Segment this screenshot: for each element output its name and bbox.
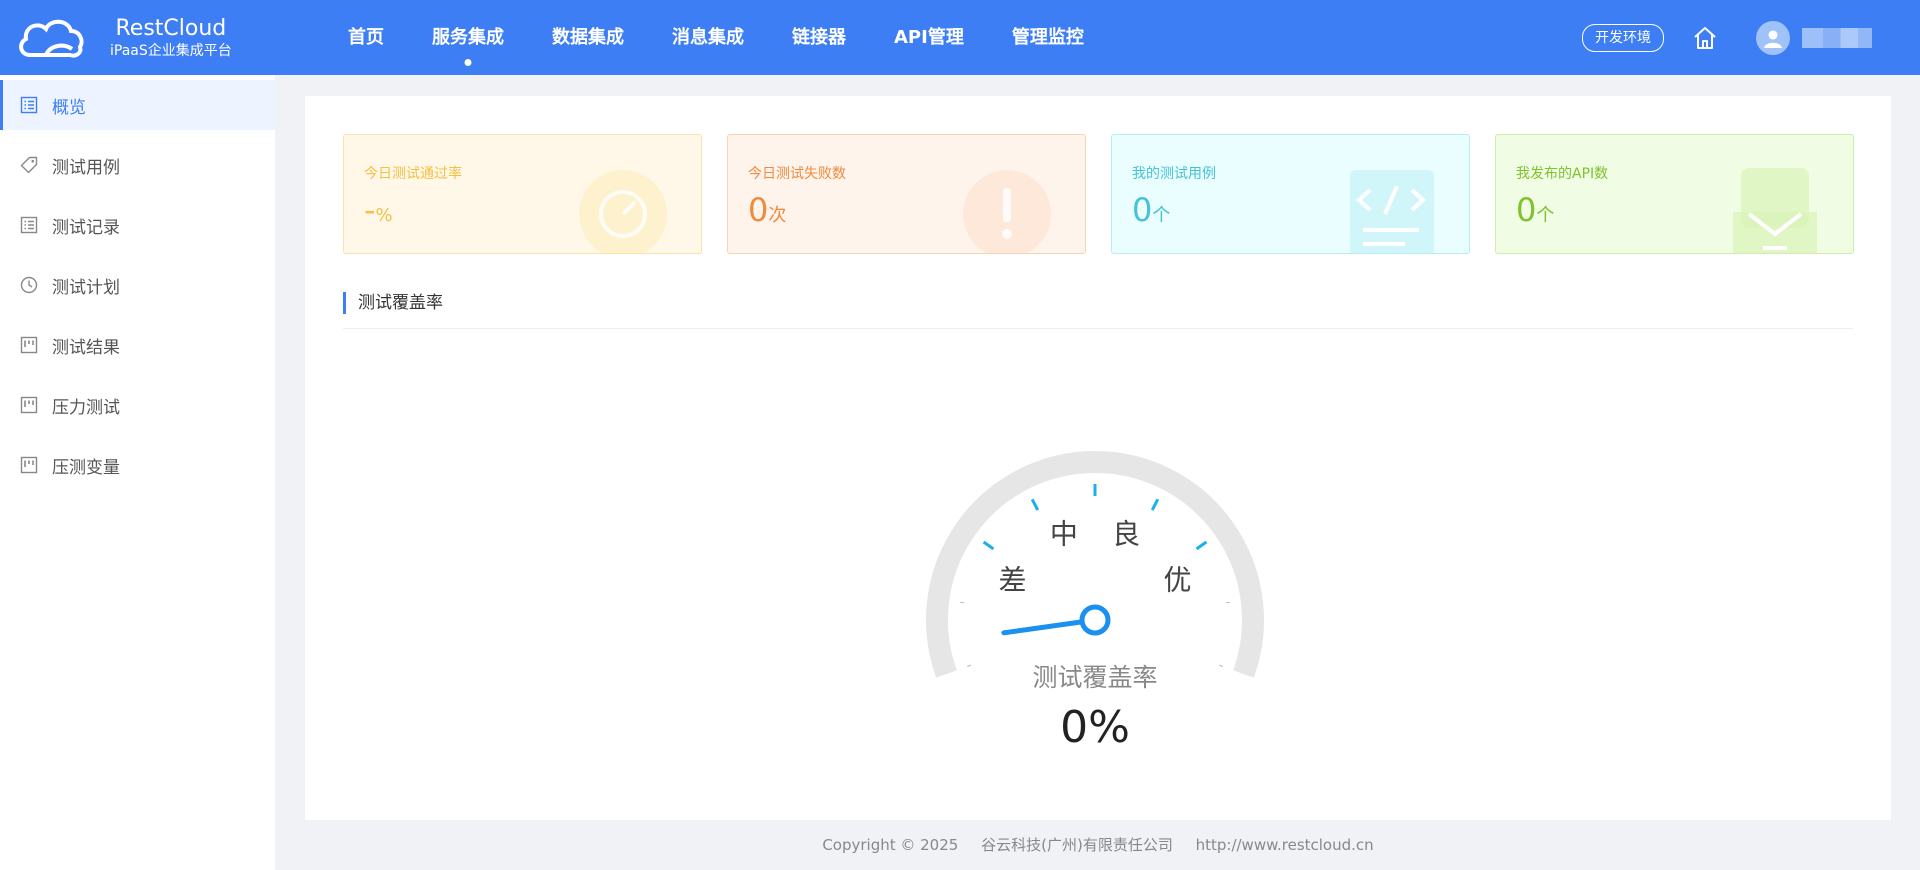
nav-service-integration[interactable]: 服务集成 [408,0,528,75]
section-divider [343,328,1853,329]
gauge-label: 良 [1112,517,1140,550]
sidebar-item-label: 测试计划 [52,277,120,298]
sidebar-item-overview[interactable]: 概览 [0,80,275,130]
main-content: 今日测试通过率 -% 今日测试失败数 0次 我的测试用例 0个 我发布的API数… [305,96,1891,820]
nav-api-management[interactable]: API管理 [870,0,988,75]
nav-data-integration[interactable]: 数据集成 [528,0,648,75]
card-unit: % [375,205,393,226]
cloud-logo-icon [19,19,84,57]
user-name-blurred[interactable] [1802,27,1872,48]
board-icon [20,456,38,474]
api-icon [1733,168,1817,253]
card-label: 今日测试失败数 [748,166,846,182]
nav-connectors[interactable]: 链接器 [768,0,870,75]
nav-label: 数据集成 [552,27,624,48]
card-published-apis[interactable]: 我发布的API数 0个 [1495,134,1854,254]
gauge-tick [960,601,965,604]
gauge-tick [1225,601,1230,604]
card-value: 0个 [1132,190,1170,236]
brand-subtitle: iPaaS企业集成平台 [110,42,232,59]
nav-monitoring[interactable]: 管理监控 [988,0,1108,75]
clock-icon [20,276,38,294]
card-label: 我发布的API数 [1516,166,1609,182]
gauge-hub [1079,604,1111,636]
nav-label: 链接器 [792,27,846,48]
brand-logo[interactable]: RestCloud iPaaS企业集成平台 [0,15,310,61]
home-icon[interactable] [1692,25,1718,51]
list-icon [20,96,38,114]
sidebar-item-label: 测试记录 [52,217,120,238]
nav-label: 消息集成 [672,27,744,48]
gauge-label: 中 [1050,517,1078,550]
gauge-label: 差 [998,563,1026,596]
sidebar-item-label: 测试结果 [52,337,120,358]
gauge-title: 测试覆盖率 [1032,663,1157,692]
alert-icon [963,170,1051,253]
card-value: -% [364,190,393,236]
card-unit: 个 [1152,205,1171,226]
gauge-value: 0% [1060,702,1130,753]
card-unit: 个 [1536,205,1555,226]
environment-badge[interactable]: 开发环境 [1582,23,1664,52]
sidebar-item-label: 压力测试 [52,397,120,418]
stat-cards: 今日测试通过率 -% 今日测试失败数 0次 我的测试用例 0个 我发布的API数… [343,134,1854,254]
card-value: 0个 [1516,190,1554,236]
card-label: 今日测试通过率 [364,166,462,182]
user-avatar-icon[interactable] [1756,20,1790,55]
sidebar-item-label: 概览 [52,97,86,118]
footer-company: 谷云科技(广州)有限责任公司 [981,836,1173,854]
code-icon [1350,170,1434,253]
nav-message-integration[interactable]: 消息集成 [648,0,768,75]
gauge-tick [1218,664,1223,667]
card-value: 0次 [748,190,786,236]
section-title: 测试覆盖率 [343,292,443,314]
brand-title: RestCloud [115,15,227,41]
tag-icon [20,156,38,174]
board-icon [20,396,38,414]
gauge-labels: 差中 良优 [998,517,1191,596]
gauge-tick [967,664,972,667]
nav-label: 管理监控 [1011,27,1084,48]
card-label: 我的测试用例 [1132,166,1216,182]
gauge-tick [1150,498,1160,511]
gauge-icon [579,170,667,253]
sidebar-item-test-results[interactable]: 测试结果 [0,320,275,370]
footer: Copyright © 2025 谷云科技(广州)有限责任公司 http://w… [305,820,1891,870]
nav-label: API管理 [894,27,964,48]
gauge-tick [1030,498,1040,511]
person-icon [1764,30,1782,48]
card-number: 0 [1132,191,1153,229]
gauge-tick [1195,540,1208,551]
coverage-gauge: 差中 良优 测试覆盖率 0% [926,451,1264,753]
gauge-tick [982,540,995,551]
sidebar: 概览 测试用例 测试记录 测试计划 测试结果 压力测试 压测变量 [0,75,275,870]
gauge-label: 优 [1164,563,1192,596]
sidebar-item-test-plan[interactable]: 测试计划 [0,260,275,310]
card-pass-rate[interactable]: 今日测试通过率 -% [343,134,702,254]
card-number: 0 [748,191,769,229]
card-number: - [364,191,376,229]
sidebar-item-test-records[interactable]: 测试记录 [0,200,275,250]
footer-copyright: Copyright © 2025 [822,836,959,854]
sidebar-item-stress-test[interactable]: 压力测试 [0,380,275,430]
card-failures[interactable]: 今日测试失败数 0次 [727,134,1086,254]
main-nav: 首页 服务集成 数据集成 消息集成 链接器 API管理 管理监控 [324,0,1108,75]
sidebar-item-label: 测试用例 [52,157,120,178]
sidebar-item-label: 压测变量 [52,457,120,478]
footer-link[interactable]: http://www.restcloud.cn [1196,836,1374,854]
card-my-test-cases[interactable]: 我的测试用例 0个 [1111,134,1470,254]
nav-label: 服务集成 [432,27,504,48]
card-unit: 次 [768,205,787,226]
list-icon [20,216,38,234]
nav-label: 首页 [348,27,384,48]
nav-home[interactable]: 首页 [324,0,408,75]
board-icon [20,336,38,354]
active-indicator [464,59,472,66]
card-number: 0 [1516,191,1537,229]
sidebar-item-stress-variables[interactable]: 压测变量 [0,440,275,490]
top-header: RestCloud iPaaS企业集成平台 首页 服务集成 数据集成 消息集成 … [0,0,1920,75]
sidebar-item-test-cases[interactable]: 测试用例 [0,140,275,190]
